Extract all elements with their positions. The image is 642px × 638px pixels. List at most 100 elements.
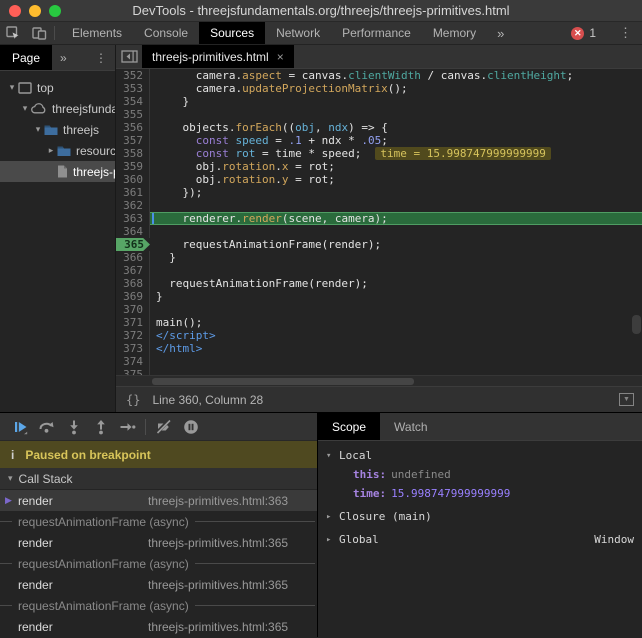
code-text[interactable]: camera.aspect = canvas.clientWidth / can… <box>150 69 642 82</box>
code-text[interactable]: requestAnimationFrame(render); <box>150 277 642 290</box>
code-line[interactable]: 363 renderer.render(scene, camera); <box>116 212 642 225</box>
code-text[interactable]: obj.rotation.y = rot; <box>150 173 642 186</box>
line-number[interactable]: 373 <box>116 342 150 355</box>
horizontal-scrollbar[interactable] <box>116 375 642 386</box>
tab-page[interactable]: Page <box>0 45 52 70</box>
code-text[interactable] <box>150 108 642 121</box>
chevron-right-icon[interactable]: ▸ <box>45 145 57 156</box>
line-number[interactable]: 354 <box>116 95 150 108</box>
code-text[interactable]: main(); <box>150 316 642 329</box>
code-line[interactable]: 357 const speed = .1 + ndx * .05; <box>116 134 642 147</box>
code-line[interactable]: 360 obj.rotation.y = rot; <box>116 173 642 186</box>
code-text[interactable]: } <box>150 251 642 264</box>
code-line[interactable]: 352 camera.aspect = canvas.clientWidth /… <box>116 69 642 82</box>
chevron-right-icon[interactable]: ▸ <box>326 535 339 545</box>
line-number[interactable]: 356 <box>116 121 150 134</box>
line-number[interactable]: 362 <box>116 199 150 212</box>
code-text[interactable] <box>150 355 642 368</box>
editor-tab[interactable]: threejs-primitives.html × <box>142 45 294 68</box>
more-panels-button[interactable]: » <box>487 22 514 44</box>
tab-performance[interactable]: Performance <box>331 22 422 44</box>
chevron-down-icon[interactable]: ▾ <box>6 82 18 93</box>
code-line[interactable]: 354 } <box>116 95 642 108</box>
tab-watch[interactable]: Watch <box>380 413 442 440</box>
code-text[interactable]: </script> <box>150 329 642 342</box>
stack-frame[interactable]: renderthreejs-primitives.html:365 <box>0 532 317 553</box>
step-into-button[interactable] <box>60 415 87 439</box>
chevron-down-icon[interactable]: ▾ <box>326 451 339 461</box>
line-number[interactable]: 357 <box>116 134 150 147</box>
line-number[interactable]: 374 <box>116 355 150 368</box>
scope-section-closure-main-[interactable]: ▸Closure (main) <box>318 507 642 526</box>
code-text[interactable]: } <box>150 290 642 303</box>
scope-section-global[interactable]: ▸GlobalWindow <box>318 530 642 549</box>
code-line[interactable]: 355 <box>116 108 642 121</box>
breakpoint-marker[interactable]: 365 <box>116 238 150 251</box>
stack-frame[interactable]: requestAnimationFrame (async) <box>0 595 317 616</box>
tab-network[interactable]: Network <box>265 22 331 44</box>
code-line[interactable]: 370 <box>116 303 642 316</box>
line-number[interactable]: 371 <box>116 316 150 329</box>
call-stack-header[interactable]: ▾ Call Stack <box>0 468 317 490</box>
line-number[interactable]: 360 <box>116 173 150 186</box>
chevron-right-icon[interactable]: ▸ <box>326 512 339 522</box>
code-area[interactable]: 352 camera.aspect = canvas.clientWidth /… <box>116 69 642 375</box>
code-text[interactable]: objects.forEach((obj, ndx) => { <box>150 121 642 134</box>
line-number[interactable]: 368 <box>116 277 150 290</box>
stack-frame[interactable]: renderthreejs-primitives.html:365 <box>0 616 317 637</box>
line-number[interactable]: 359 <box>116 160 150 173</box>
line-number[interactable]: 369 <box>116 290 150 303</box>
code-text[interactable] <box>150 225 642 238</box>
line-number[interactable]: 361 <box>116 186 150 199</box>
scope-section-local[interactable]: ▾Local <box>318 446 642 465</box>
code-line[interactable]: 365 requestAnimationFrame(render); <box>116 238 642 251</box>
tab-console[interactable]: Console <box>133 22 199 44</box>
code-line[interactable]: 356 objects.forEach((obj, ndx) => { <box>116 121 642 134</box>
code-text[interactable]: camera.updateProjectionMatrix(); <box>150 82 642 95</box>
code-line[interactable]: 359 obj.rotation.x = rot; <box>116 160 642 173</box>
code-text[interactable]: </html> <box>150 342 642 355</box>
stack-frame[interactable]: renderthreejs-primitives.html:365 <box>0 574 317 595</box>
close-tab-icon[interactable]: × <box>277 50 284 64</box>
code-text[interactable]: const rot = time * speed;time = 15.99874… <box>150 147 642 160</box>
tree-item-resource[interactable]: ▸resource <box>0 140 115 161</box>
code-line[interactable]: 366 } <box>116 251 642 264</box>
tab-elements[interactable]: Elements <box>61 22 133 44</box>
code-line[interactable]: 368 requestAnimationFrame(render); <box>116 277 642 290</box>
code-text[interactable] <box>150 368 642 375</box>
line-number[interactable]: 367 <box>116 264 150 277</box>
line-number[interactable]: 352 <box>116 69 150 82</box>
tree-item-threejsfundar[interactable]: ▾threejsfundar <box>0 98 115 119</box>
main-menu-icon[interactable]: ⋮ <box>609 25 642 41</box>
chevron-down-icon[interactable]: ▾ <box>32 124 44 135</box>
code-text[interactable]: renderer.render(scene, camera); <box>150 212 642 225</box>
code-line[interactable]: 361 }); <box>116 186 642 199</box>
code-text[interactable] <box>150 264 642 277</box>
tab-sources[interactable]: Sources <box>199 22 265 44</box>
code-text[interactable] <box>150 199 642 212</box>
code-line[interactable]: 362 <box>116 199 642 212</box>
step-button[interactable] <box>114 415 141 439</box>
line-number[interactable]: 364 <box>116 225 150 238</box>
stack-frame[interactable]: requestAnimationFrame (async) <box>0 553 317 574</box>
line-number[interactable]: 375 <box>116 368 150 375</box>
deactivate-breakpoints-button[interactable] <box>150 415 177 439</box>
line-number[interactable]: 353 <box>116 82 150 95</box>
code-line[interactable]: 358 const rot = time * speed;time = 15.9… <box>116 147 642 160</box>
code-text[interactable]: }); <box>150 186 642 199</box>
step-out-button[interactable] <box>87 415 114 439</box>
step-over-button[interactable] <box>33 415 60 439</box>
code-text[interactable]: } <box>150 95 642 108</box>
pause-on-exceptions-button[interactable] <box>177 415 204 439</box>
chevron-down-icon[interactable]: ▾ <box>19 103 31 114</box>
code-line[interactable]: 372</script> <box>116 329 642 342</box>
hide-navigator-icon[interactable] <box>116 45 142 68</box>
tab-scope[interactable]: Scope <box>318 413 380 440</box>
tab-memory[interactable]: Memory <box>422 22 487 44</box>
line-number[interactable]: 355 <box>116 108 150 121</box>
code-text[interactable] <box>150 303 642 316</box>
inspect-icon[interactable] <box>0 22 26 44</box>
scrollbar-thumb[interactable] <box>152 378 414 385</box>
error-badge[interactable]: ✕ 1 <box>563 26 604 40</box>
code-text[interactable]: requestAnimationFrame(render); <box>150 238 642 251</box>
